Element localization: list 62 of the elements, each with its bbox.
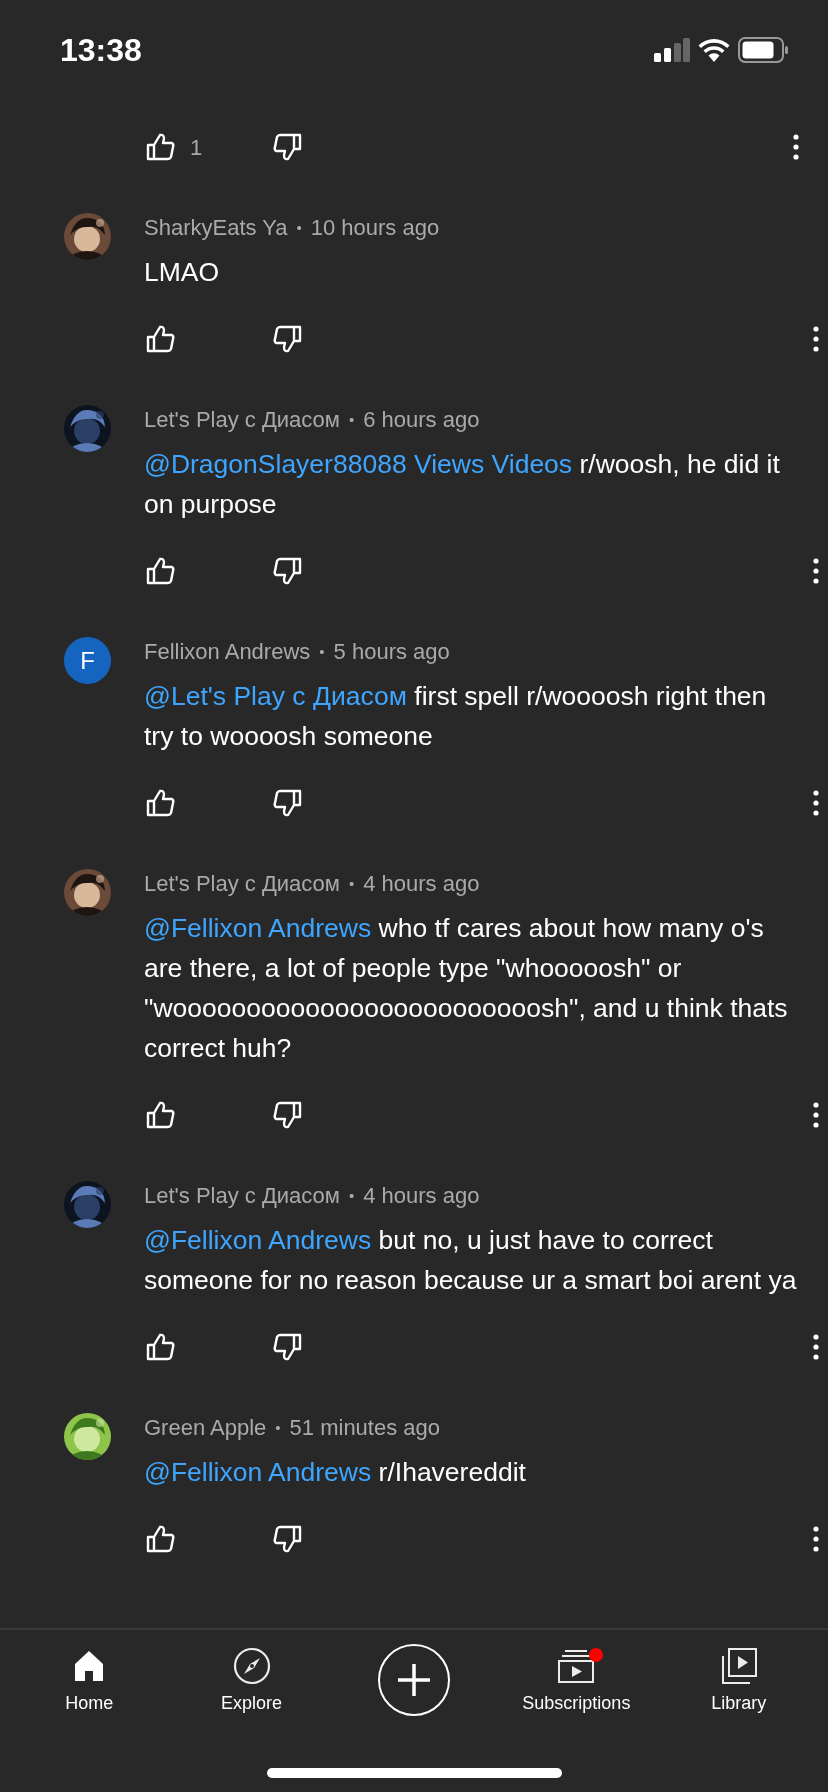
like-icon[interactable]	[144, 1099, 176, 1131]
author-name[interactable]: Green Apple	[144, 1415, 267, 1440]
separator-dot: •	[275, 1419, 281, 1436]
avatar[interactable]: F	[64, 637, 111, 684]
author-name[interactable]: Let's Play с Диасом	[144, 1183, 340, 1208]
comment-time: 4 hours ago	[363, 1183, 480, 1208]
separator-dot: •	[348, 1187, 355, 1204]
nav-tab[interactable]: Explore	[171, 1638, 332, 1748]
dislike-icon[interactable]	[272, 131, 304, 163]
more-options-icon[interactable]	[810, 1101, 822, 1129]
like-icon[interactable]	[144, 1331, 176, 1363]
nav-tab[interactable]: Library	[658, 1638, 819, 1748]
comment-text: @Let's Play с Диасом first spell r/woooosh right then try to woooosh someone	[144, 680, 768, 753]
battery-icon	[738, 37, 788, 63]
comment-time: 4 hours ago	[363, 871, 480, 896]
mention-link[interactable]: @DragonSlayer88088 Views Videos	[144, 449, 573, 479]
more-options-icon[interactable]	[810, 1333, 822, 1361]
nav-tab[interactable]: Subscriptions	[496, 1638, 657, 1748]
author-name[interactable]: Fellixon Andrews	[144, 639, 311, 664]
dislike-icon[interactable]	[272, 1331, 304, 1363]
dislike-icon[interactable]	[272, 1099, 304, 1131]
separator-dot: •	[296, 219, 302, 236]
comment-text: @Fellixon Andrews r/Ihavereddit	[144, 1456, 527, 1489]
clock-time: 13:38	[60, 31, 142, 70]
plus-icon	[395, 1662, 432, 1698]
create-button[interactable]	[377, 1644, 450, 1716]
mention-link[interactable]: @Fellixon Andrews	[144, 913, 372, 943]
comment-text: @DragonSlayer88088 Views Videos r/woosh, he did it on purpose	[144, 448, 781, 521]
author-name[interactable]: Let's Play с Диасом	[144, 407, 340, 432]
comment-time: 6 hours ago	[363, 407, 480, 432]
like-icon[interactable]	[144, 787, 176, 819]
nav-tab[interactable]: Home	[9, 1638, 170, 1748]
like-icon[interactable]	[144, 131, 176, 163]
author-name[interactable]: SharkyEats Ya	[144, 215, 288, 240]
dislike-icon[interactable]	[272, 323, 304, 355]
comment-text: LMAO	[144, 256, 221, 289]
like-icon[interactable]	[144, 323, 176, 355]
mention-link[interactable]: @Fellixon Andrews	[144, 1225, 372, 1255]
mention-link[interactable]: @Fellixon Andrews	[144, 1457, 372, 1487]
dislike-icon[interactable]	[272, 1523, 304, 1555]
more-options-icon[interactable]	[810, 1525, 822, 1553]
comment-time: 5 hours ago	[333, 639, 450, 664]
separator-dot: •	[319, 643, 325, 660]
comment-time: 10 hours ago	[310, 215, 440, 240]
more-options-icon[interactable]	[790, 133, 802, 161]
mention-link[interactable]: @Let's Play с Диасом	[144, 681, 407, 711]
comment-text: @Fellixon Andrews who tf cares about how many o's are there, a lot of people type "whooooosh" or "wooooooooooooooooooooooooosh", and u think thats correct huh?	[144, 912, 789, 1065]
like-count: 1	[190, 133, 203, 162]
separator-dot: •	[348, 411, 355, 428]
dislike-icon[interactable]	[272, 555, 304, 587]
wifi-icon	[698, 38, 730, 62]
more-options-icon[interactable]	[810, 325, 822, 353]
like-icon[interactable]	[144, 555, 176, 587]
signal-icon	[654, 38, 690, 62]
separator-dot: •	[348, 875, 355, 892]
like-icon[interactable]	[144, 1523, 176, 1555]
more-options-icon[interactable]	[810, 557, 822, 585]
comment-text: @Fellixon Andrews but no, u just have to correct someone for no reason because ur a smart boi arent ya	[144, 1224, 798, 1297]
more-options-icon[interactable]	[810, 789, 822, 817]
comment-time: 51 minutes ago	[289, 1415, 440, 1440]
dislike-icon[interactable]	[272, 787, 304, 819]
author-name[interactable]: Let's Play с Диасом	[144, 871, 340, 896]
